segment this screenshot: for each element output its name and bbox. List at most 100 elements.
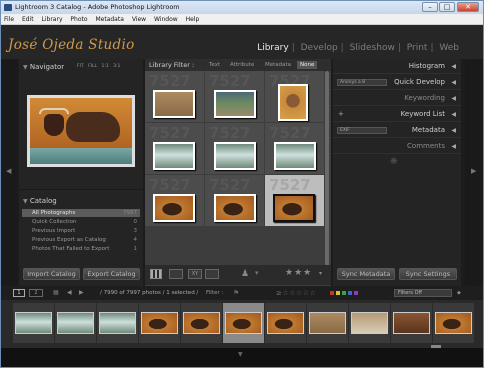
photo-thumbnail[interactable]: [274, 142, 316, 170]
grid-cell[interactable]: 7527: [205, 71, 264, 122]
back-arrow-icon[interactable]: ◀: [67, 286, 72, 300]
filmstrip-thumbnail[interactable]: [99, 312, 136, 334]
catalog-header[interactable]: ▼ Catalog: [23, 196, 141, 206]
collapse-left-icon[interactable]: ◀: [6, 167, 11, 175]
filmstrip-cell[interactable]: [391, 303, 432, 343]
menu-window[interactable]: Window: [154, 16, 178, 23]
color-label-filter[interactable]: [329, 286, 359, 300]
grid-view-icon[interactable]: [150, 269, 162, 279]
catalog-item-quick-collection[interactable]: Quick Collection 0: [22, 218, 140, 226]
menu-photo[interactable]: Photo: [70, 16, 87, 23]
filter-metadata[interactable]: Metadata: [262, 61, 294, 69]
filmstrip-cell[interactable]: [349, 303, 390, 343]
filmstrip-thumbnail[interactable]: [435, 312, 472, 334]
menu-edit[interactable]: Edit: [22, 16, 34, 23]
navigator-preview[interactable]: [27, 95, 135, 167]
grid-scrollbar[interactable]: [325, 71, 329, 285]
grid-cell[interactable]: 7527: [265, 71, 324, 122]
compare-view-icon[interactable]: XY: [188, 269, 202, 279]
grid-cell[interactable]: 7527: [145, 71, 204, 122]
navigator-header[interactable]: ▼ Navigator FIT FILL 1:1 3:1: [23, 62, 141, 72]
collapse-filmstrip-icon[interactable]: ▼: [238, 351, 243, 358]
filmstrip-cell[interactable]: [97, 303, 138, 343]
blue-label-icon[interactable]: [348, 290, 352, 295]
filter-attribute[interactable]: Attribute: [227, 61, 257, 69]
forward-arrow-icon[interactable]: ▶: [79, 286, 84, 300]
photo-thumbnail[interactable]: [153, 142, 195, 170]
menu-metadata[interactable]: Metadata: [95, 16, 123, 23]
grid-cell[interactable]: 7527: [205, 123, 264, 174]
filmstrip-thumbnail[interactable]: [57, 312, 94, 334]
zoom-3-1[interactable]: 3:1: [113, 64, 120, 69]
collapse-histogram-icon[interactable]: ◀: [451, 59, 456, 74]
right-panel-edge[interactable]: ▶: [465, 59, 483, 286]
close-button[interactable]: ✕: [457, 2, 479, 12]
rating-filter-stars-icon[interactable]: ≥☆☆☆☆☆: [276, 286, 316, 300]
collapse-right-icon[interactable]: ▶: [471, 167, 476, 175]
sync-settings-button[interactable]: Sync Settings: [399, 268, 457, 280]
grid-cell-selected[interactable]: 7527: [265, 175, 324, 226]
sync-metadata-button[interactable]: Sync Metadata: [337, 268, 395, 280]
photo-thumbnail[interactable]: [214, 194, 256, 222]
histogram-header[interactable]: Histogram ◀: [333, 59, 461, 74]
minimize-button[interactable]: –: [422, 2, 438, 12]
module-web[interactable]: Web: [439, 43, 459, 53]
secondary-display-button[interactable]: 2: [29, 289, 43, 297]
sort-icon[interactable]: ▾: [255, 269, 259, 277]
green-label-icon[interactable]: [342, 290, 346, 295]
rating-stars-icon[interactable]: ★★★: [285, 268, 312, 278]
filmstrip-thumbnail[interactable]: [141, 312, 178, 334]
keywording-header[interactable]: Keywording ◀: [333, 91, 461, 106]
filmstrip-thumbnail[interactable]: [393, 312, 430, 334]
survey-view-icon[interactable]: [205, 269, 219, 279]
export-catalog-button[interactable]: Export Catalog: [83, 268, 140, 280]
painter-icon[interactable]: ♟: [241, 269, 249, 279]
import-catalog-button[interactable]: Import Catalog: [23, 268, 80, 280]
filmstrip-cell[interactable]: [13, 303, 54, 343]
zoom-1-1[interactable]: 1:1: [101, 64, 108, 69]
module-develop[interactable]: Develop: [301, 43, 338, 53]
left-panel-edge[interactable]: ◀: [1, 59, 17, 286]
photo-thumbnail[interactable]: [153, 90, 195, 118]
filmstrip-thumbnail[interactable]: [351, 312, 388, 334]
photo-thumbnail-selected[interactable]: [273, 194, 315, 222]
filmstrip-cell[interactable]: [55, 303, 96, 343]
catalog-item-all-photographs[interactable]: All Photographs 7997: [22, 209, 140, 217]
filter-text[interactable]: Text: [206, 61, 223, 69]
collapse-navigator-icon[interactable]: ▼: [23, 64, 28, 71]
collapse-keywording-icon[interactable]: ◀: [451, 91, 456, 106]
grid-cell[interactable]: 7527: [145, 175, 204, 226]
module-slideshow[interactable]: Slideshow: [350, 43, 395, 53]
photo-thumbnail[interactable]: [214, 90, 256, 118]
quick-develop-header[interactable]: Anonys a 8 Quick Develop ◀: [333, 75, 461, 90]
collapse-keyword-list-icon[interactable]: ◀: [451, 107, 456, 122]
grid-shortcut-icon[interactable]: ▦: [53, 286, 59, 300]
photo-thumbnail[interactable]: [214, 142, 256, 170]
flag-filter-icon[interactable]: ⚑: [233, 286, 239, 300]
filmstrip-thumbnail-selected[interactable]: [225, 312, 262, 334]
filmstrip-cell[interactable]: [307, 303, 348, 343]
filmstrip-cell[interactable]: [139, 303, 180, 343]
collapse-catalog-icon[interactable]: ▼: [23, 198, 28, 205]
filmstrip-thumbnail[interactable]: [309, 312, 346, 334]
filmstrip-thumbnail[interactable]: [267, 312, 304, 334]
red-label-icon[interactable]: [330, 290, 334, 295]
catalog-item-previous-import[interactable]: Previous Import 3: [22, 227, 140, 235]
menu-help[interactable]: Help: [186, 16, 200, 23]
menu-view[interactable]: View: [132, 16, 146, 23]
collapse-metadata-icon[interactable]: ◀: [451, 123, 456, 138]
primary-display-button[interactable]: 1: [13, 289, 25, 297]
filmstrip-cell[interactable]: [265, 303, 306, 343]
filmstrip-cell[interactable]: [181, 303, 222, 343]
grid-cell[interactable]: 7527: [265, 123, 324, 174]
photo-thumbnail[interactable]: [278, 84, 308, 121]
grid-cell[interactable]: 7527: [145, 123, 204, 174]
filmstrip-cell[interactable]: [433, 303, 474, 343]
toolbar-menu-icon[interactable]: ▾: [319, 270, 322, 277]
module-library[interactable]: Library: [257, 43, 288, 53]
filmstrip-thumbnail[interactable]: [15, 312, 52, 334]
keyword-list-header[interactable]: + Keyword List ◀: [333, 107, 461, 122]
filter-none[interactable]: None: [297, 61, 318, 69]
comments-header[interactable]: Comments ◀: [333, 139, 461, 154]
loupe-view-icon[interactable]: [169, 269, 183, 279]
